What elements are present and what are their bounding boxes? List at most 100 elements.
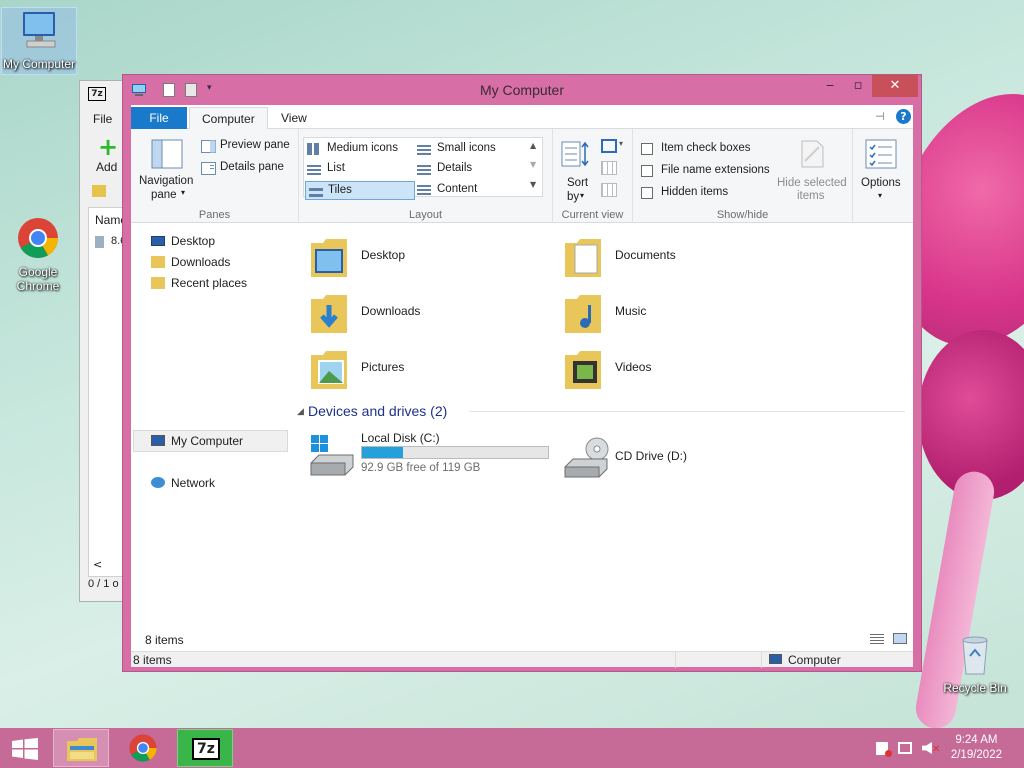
- add-button-label[interactable]: Add: [96, 160, 117, 174]
- folder-tile-downloads[interactable]: Downloads: [309, 287, 509, 337]
- action-center-flag-icon[interactable]: [876, 742, 892, 757]
- navigation-pane: Desktop Downloads Recent places My Compu…: [131, 223, 297, 633]
- desktop-icon-my-computer[interactable]: My Computer: [1, 7, 77, 75]
- recent-places-icon: [151, 277, 165, 289]
- folder-tile-music[interactable]: Music: [563, 287, 763, 337]
- minimize-button[interactable]: ‒: [816, 75, 844, 97]
- start-button[interactable]: [12, 738, 38, 760]
- tab-view[interactable]: View: [269, 107, 319, 129]
- status-divider: [761, 652, 762, 668]
- hide-selected-label-2: items: [797, 190, 825, 202]
- sort-by-button[interactable]: Sort by ▾: [559, 135, 593, 205]
- group-by-icon[interactable]: [601, 139, 617, 153]
- warning-badge: [885, 750, 892, 757]
- medium-icons-label: Medium icons: [327, 142, 398, 154]
- folder-tile-documents[interactable]: Documents: [563, 231, 763, 281]
- clock-time: 9:24 AM: [955, 734, 998, 746]
- status-divider: [675, 652, 676, 668]
- layout-small-icons[interactable]: Small icons: [417, 141, 527, 159]
- taskbar-file-explorer[interactable]: [53, 729, 109, 767]
- file-name-extensions-checkbox[interactable]: [641, 165, 653, 177]
- network-status-icon[interactable]: [898, 742, 912, 754]
- section-header-devices[interactable]: Devices and drives (2): [308, 403, 447, 419]
- nav-item-network[interactable]: Network: [151, 473, 215, 493]
- drive-tile-cd-drive[interactable]: CD Drive (D:): [563, 431, 763, 481]
- title-bar[interactable]: ▾ My Computer ‒ ▫ ✕: [123, 75, 921, 105]
- maximize-button[interactable]: ▫: [844, 75, 872, 97]
- navigation-pane-label: Navigation: [139, 175, 194, 187]
- folder-tile-videos[interactable]: Videos: [563, 343, 763, 393]
- drive-free-space: 92.9 GB free of 119 GB: [361, 462, 481, 474]
- tab-file[interactable]: File: [131, 107, 187, 129]
- taskbar: 7z ✕ 9:24 AM 2/19/2022: [0, 728, 1024, 768]
- system-clock[interactable]: 9:24 AM 2/19/2022: [951, 733, 1002, 763]
- preview-pane-button[interactable]: Preview pane: [201, 139, 295, 157]
- layout-list[interactable]: List: [307, 161, 413, 179]
- hidden-items-label: Hidden items: [661, 186, 729, 198]
- hide-selected-icon: [801, 140, 824, 168]
- navigation-pane-button[interactable]: Navigation pane ▾: [137, 135, 197, 201]
- folder-tile-desktop[interactable]: Desktop: [309, 231, 509, 281]
- tab-computer[interactable]: Computer: [189, 107, 268, 129]
- collapse-arrow-icon[interactable]: ◢: [297, 407, 304, 417]
- close-button[interactable]: ✕: [872, 75, 918, 97]
- nav-item-desktop[interactable]: Desktop: [151, 231, 215, 251]
- size-columns-icon[interactable]: [601, 183, 617, 197]
- content-view: Desktop Documents Downloads Music Pictur…: [297, 223, 913, 633]
- ribbon-group-show-hide: Item check boxes File name extensions Hi…: [633, 129, 853, 223]
- nav-item-label: Desktop: [171, 234, 216, 248]
- list-label: List: [327, 162, 345, 174]
- large-icons-view-toggle-icon[interactable]: [893, 633, 907, 644]
- app-badge: 7z: [88, 87, 106, 101]
- gallery-expand[interactable]: ▼: [530, 180, 536, 189]
- details-pane-button[interactable]: Details pane: [201, 161, 295, 179]
- item-check-boxes-checkbox[interactable]: [641, 143, 653, 155]
- gallery-scroll-up[interactable]: ▲: [530, 141, 536, 150]
- layout-details[interactable]: Details: [417, 161, 527, 179]
- clock-date: 2/19/2022: [950, 749, 1002, 761]
- drive-tile-local-disk[interactable]: Local Disk (C:) 92.9 GB free of 119 GB: [309, 431, 559, 481]
- nav-item-downloads[interactable]: Downloads: [151, 252, 230, 272]
- sort-by-icon: [561, 141, 589, 167]
- chevron-down-icon[interactable]: ▾: [619, 139, 623, 148]
- explorer-window[interactable]: ▾ My Computer ‒ ▫ ✕ File Computer View ⊣…: [122, 74, 922, 672]
- nav-item-label: Recent places: [171, 276, 248, 290]
- layout-tiles-selected[interactable]: Tiles: [305, 181, 415, 200]
- layout-medium-icons[interactable]: Medium icons: [307, 141, 413, 159]
- desktop-icon-recycle-bin[interactable]: Recycle Bin: [937, 632, 1013, 695]
- back-window-status: 0 / 1 o: [88, 578, 119, 590]
- taskbar-chrome[interactable]: [115, 729, 171, 767]
- preview-pane-icon: [201, 140, 216, 153]
- details-label: Details: [437, 162, 473, 174]
- menu-file[interactable]: File: [93, 112, 112, 126]
- group-label-current-view: Current view: [561, 209, 624, 221]
- details-pane-label: Details pane: [220, 161, 284, 173]
- layout-content[interactable]: Content: [417, 181, 527, 199]
- hidden-items-checkbox[interactable]: [641, 187, 653, 199]
- item-check-boxes-label: Item check boxes: [661, 142, 751, 154]
- folder-up-icon[interactable]: [92, 185, 106, 197]
- add-columns-icon[interactable]: [601, 161, 617, 175]
- options-button[interactable]: Options ▾: [857, 135, 907, 211]
- nav-item-my-computer[interactable]: My Computer: [151, 431, 243, 451]
- gallery-scroll-down[interactable]: ▼: [530, 160, 536, 169]
- pin-ribbon-icon[interactable]: ⊣: [875, 110, 885, 123]
- hide-selected-items-button[interactable]: Hide selected items: [773, 135, 849, 205]
- nav-item-label: My Computer: [171, 434, 244, 448]
- ribbon: Navigation pane ▾ Preview pane Details p…: [131, 129, 913, 223]
- folder-label: Music: [615, 304, 647, 318]
- group-label-panes: Panes: [198, 209, 231, 221]
- 7zip-icon: 7z: [192, 738, 220, 760]
- volume-muted-icon[interactable]: [922, 742, 932, 754]
- folder-tile-pictures[interactable]: Pictures: [309, 343, 509, 393]
- help-icon[interactable]: ?: [896, 109, 911, 124]
- details-view-toggle-icon[interactable]: [870, 633, 884, 644]
- scroll-left-arrow[interactable]: <: [93, 558, 102, 571]
- status-item-count: 8 items: [133, 653, 172, 667]
- desktop-folder-icon: [311, 239, 347, 277]
- desktop-icon-google-chrome[interactable]: Google Chrome: [0, 216, 76, 293]
- disk-usage-fill: [362, 447, 403, 458]
- window-body: File Computer View ⊣ ? Navigation pane ▾: [131, 105, 913, 668]
- nav-item-recent-places[interactable]: Recent places: [151, 273, 247, 293]
- taskbar-7zip[interactable]: 7z: [177, 729, 233, 767]
